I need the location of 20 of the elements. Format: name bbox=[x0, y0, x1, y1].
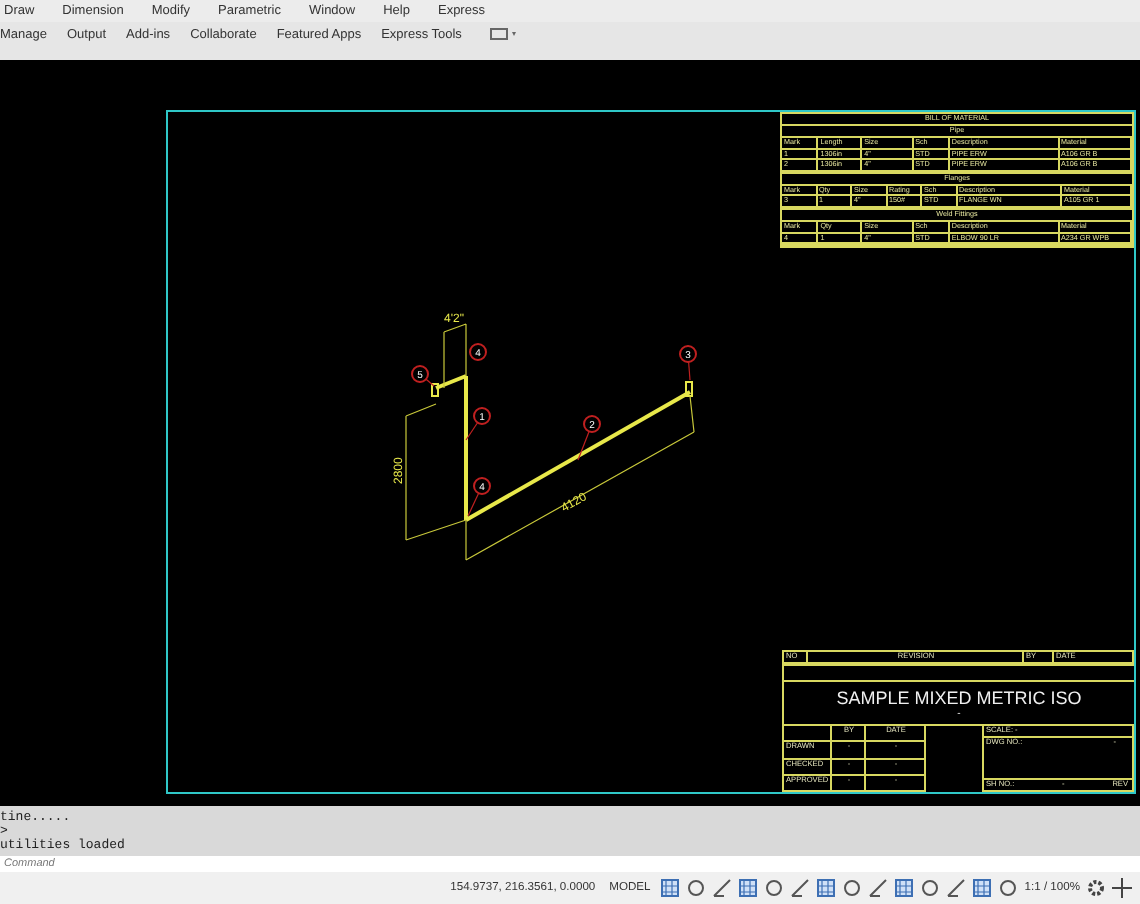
dropdown-icon[interactable] bbox=[489, 28, 518, 40]
status-toolbar-icon[interactable] bbox=[816, 878, 837, 898]
plus-icon[interactable] bbox=[1112, 878, 1132, 898]
status-toolbar-icon[interactable] bbox=[686, 878, 707, 898]
status-toolbar-icon[interactable] bbox=[920, 878, 941, 898]
settings-icon[interactable] bbox=[1086, 878, 1106, 898]
drawing-title: SAMPLE MIXED METRIC ISO bbox=[836, 687, 1082, 707]
status-toolbar-icon[interactable] bbox=[998, 878, 1019, 898]
table-cell bbox=[784, 726, 832, 743]
status-toolbar-icon[interactable] bbox=[790, 878, 811, 898]
status-toolbar-icon[interactable] bbox=[972, 878, 993, 898]
status-toolbar-icon[interactable] bbox=[842, 878, 863, 898]
drawing-canvas[interactable] bbox=[0, 60, 1140, 806]
status-toolbar-icon[interactable] bbox=[764, 878, 785, 898]
status-toolbar-icon[interactable] bbox=[894, 878, 915, 898]
status-toolbar-icon[interactable] bbox=[946, 878, 967, 898]
status-toolbar-icon[interactable] bbox=[660, 878, 681, 898]
status-toolbar-icon[interactable] bbox=[712, 878, 733, 898]
status-toolbar-icon[interactable] bbox=[868, 878, 889, 898]
status-toolbar-icon[interactable] bbox=[738, 878, 759, 898]
